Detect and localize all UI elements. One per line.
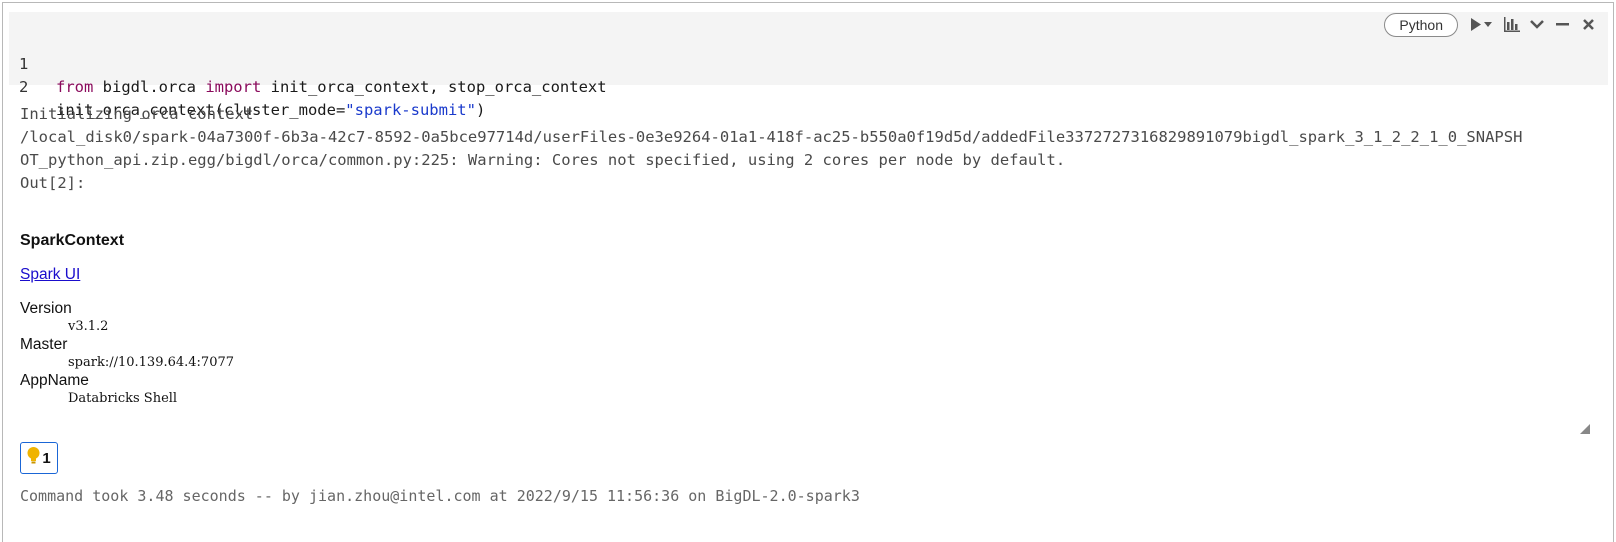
code-editor[interactable]: 1 from bigdl.orca import init_orca_conte…	[9, 12, 1608, 119]
code-text: from bigdl.orca import init_orca_context…	[56, 76, 607, 99]
code-token-keyword: from	[56, 78, 94, 96]
command-status: Command took 3.48 seconds -- by jian.zho…	[20, 487, 860, 505]
stdout-line: OT_python_api.zip.egg/bigdl/orca/common.…	[20, 151, 1066, 169]
language-badge[interactable]: Python	[1384, 12, 1458, 37]
code-token-keyword: import	[205, 78, 262, 96]
detail-value: v3.1.2	[68, 319, 109, 334]
detail-value: Databricks Shell	[68, 391, 178, 406]
resize-handle-icon[interactable]	[1580, 421, 1590, 434]
code-token: bigdl.orca	[93, 78, 206, 96]
advice-count: 1	[42, 449, 51, 467]
run-menu-caret-icon[interactable]	[1484, 14, 1492, 36]
cell-toolbar: Python	[1384, 12, 1594, 37]
code-line-1[interactable]: 1 from bigdl.orca import init_orca_conte…	[9, 30, 1608, 96]
lightbulb-icon	[27, 446, 40, 470]
detail-label: AppName	[20, 372, 89, 389]
advice-button[interactable]: 1	[20, 442, 58, 474]
collapse-chevron-icon[interactable]	[1530, 14, 1544, 36]
stdout-line: Initializing orca context	[20, 105, 254, 123]
chart-icon[interactable]	[1504, 14, 1520, 36]
spark-context-title: SparkContext	[20, 232, 125, 249]
detail-value: spark://10.139.64.4:7077	[68, 355, 235, 370]
cell-output: Initializing orca context /local_disk0/s…	[20, 103, 1580, 195]
line-number: 2	[19, 78, 29, 96]
detail-label: Version	[20, 300, 72, 317]
stdout-line: /local_disk0/spark-04a7300f-6b3a-42c7-85…	[20, 128, 1523, 146]
output-prompt: Out[2]:	[20, 174, 86, 192]
minimize-icon[interactable]	[1556, 14, 1569, 36]
spark-ui-link[interactable]: Spark UI	[20, 266, 80, 284]
detail-label: Master	[20, 336, 68, 353]
code-line-2[interactable]: 2 init_orca_context(cluster_mode="spark-…	[9, 53, 1608, 119]
code-token: init_orca_context, stop_orca_context	[261, 78, 607, 96]
run-icon[interactable]	[1470, 14, 1482, 36]
close-icon[interactable]	[1583, 14, 1594, 36]
spark-context-details: Version v3.1.2 Master spark://10.139.64.…	[20, 300, 234, 408]
